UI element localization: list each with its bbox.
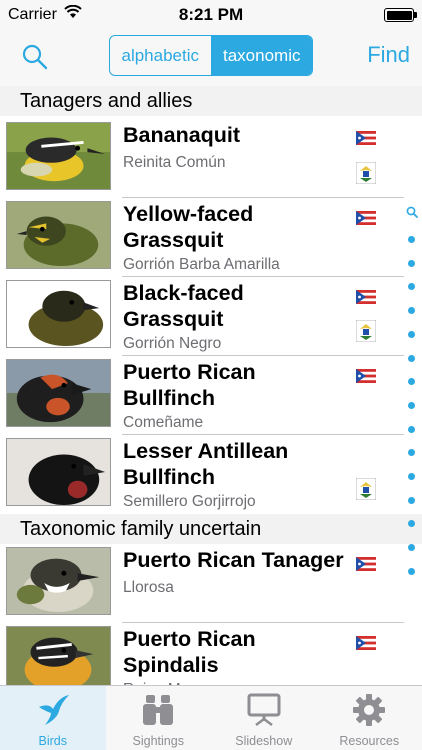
nav-bar: alphabetic taxonomic Find	[0, 30, 422, 86]
tab-label: Sightings	[132, 734, 184, 748]
index-search-icon[interactable]	[406, 206, 418, 218]
bird-spanish-name: Reinita Común	[123, 154, 226, 171]
clock: 8:21 PM	[178, 5, 244, 24]
index-dot[interactable]	[408, 449, 415, 457]
bird-row[interactable]: Puerto Rican Bullfinch Comeñame	[0, 356, 404, 435]
bird-spanish-name: Semillero Gorjirrojo	[123, 493, 256, 510]
virgin-islands-flag-icon	[356, 320, 376, 342]
bird-name: Bananaquit	[123, 123, 241, 147]
bird-spanish-name: Comeñame	[123, 414, 204, 431]
bird-name: Puerto Rican Tanager	[123, 548, 344, 572]
bird-spanish-name: Llorosa	[123, 579, 174, 596]
bird-photo	[6, 438, 111, 506]
tab-sightings[interactable]: Sightings	[106, 686, 212, 750]
bird-row[interactable]: Black-faced Grassquit Gorrión Negro	[0, 277, 404, 356]
bird-spanish-name: Gorrión Negro	[123, 335, 222, 352]
status-bar: Carrier 8:21 PM	[0, 0, 422, 30]
bird-photo	[6, 626, 111, 694]
index-dot[interactable]	[408, 236, 415, 243]
virgin-islands-flag-icon	[356, 162, 376, 184]
tab-label: Birds	[38, 734, 67, 748]
index-dot[interactable]	[408, 520, 415, 528]
tab-bar: Birds Sightings Slideshow Resources	[0, 685, 422, 750]
index-dot[interactable]	[408, 330, 415, 338]
binoculars-icon	[143, 695, 174, 725]
search-button[interactable]	[20, 42, 50, 72]
bird-photo	[6, 359, 111, 427]
tab-slideshow[interactable]: Slideshow	[211, 686, 317, 750]
index-dot[interactable]	[408, 259, 415, 267]
bird-icon	[38, 695, 69, 725]
bird-photo	[6, 201, 111, 269]
section-index-bar[interactable]	[402, 206, 422, 575]
tab-label: Resources	[339, 734, 400, 748]
index-dot[interactable]	[408, 401, 415, 409]
index-dot[interactable]	[408, 425, 415, 433]
bird-name: Puerto Rican Bullfinch	[123, 360, 256, 410]
bird-name: Black-faced Grassquit	[123, 281, 244, 331]
virgin-islands-flag-icon	[356, 478, 376, 500]
puerto-rico-flag-icon	[356, 211, 376, 225]
section-header: Taxonomic family uncertain	[0, 514, 422, 544]
bird-row[interactable]: Bananaquit Reinita Común	[0, 119, 404, 198]
projector-icon	[247, 693, 281, 726]
puerto-rico-flag-icon	[356, 290, 376, 304]
index-dot[interactable]	[408, 473, 415, 480]
tab-birds[interactable]: Birds	[0, 686, 106, 750]
index-dot[interactable]	[408, 378, 415, 386]
index-dot[interactable]	[408, 496, 415, 504]
segment-alphabetic[interactable]: alphabetic	[110, 36, 211, 75]
section-header: Tanagers and allies	[0, 86, 422, 116]
segment-taxonomic[interactable]: taxonomic	[210, 36, 312, 75]
index-dot[interactable]	[408, 544, 415, 552]
puerto-rico-flag-icon	[356, 636, 376, 650]
bird-photo	[6, 122, 111, 190]
puerto-rico-flag-icon	[356, 369, 376, 383]
bird-name: Puerto Rican Spindalis	[123, 627, 256, 677]
bird-photo	[6, 547, 111, 615]
bird-spanish-name: Gorrión Barba Amarilla	[123, 256, 280, 273]
tab-resources[interactable]: Resources	[317, 686, 422, 750]
index-dot[interactable]	[408, 354, 415, 362]
battery-icon	[384, 8, 417, 22]
bird-row[interactable]: Yellow-faced Grassquit Gorrión Barba Ama…	[0, 198, 404, 277]
search-icon	[22, 44, 48, 70]
bird-photo	[6, 280, 111, 348]
puerto-rico-flag-icon	[356, 131, 376, 145]
find-button[interactable]: Find	[367, 42, 410, 68]
tab-label: Slideshow	[235, 734, 293, 748]
index-dot[interactable]	[408, 283, 415, 291]
index-dot[interactable]	[408, 307, 415, 315]
puerto-rico-flag-icon	[356, 557, 376, 571]
bird-name: Yellow-faced Grassquit	[123, 202, 254, 252]
index-dot[interactable]	[408, 567, 415, 575]
gear-icon	[353, 694, 386, 726]
bird-row[interactable]: Puerto Rican Tanager Llorosa	[0, 544, 404, 623]
sort-segmented-control: alphabetic taxonomic	[109, 35, 313, 76]
bird-row[interactable]: Lesser Antillean Bullfinch Semillero Gor…	[0, 435, 404, 514]
bird-name: Lesser Antillean Bullfinch	[123, 439, 289, 489]
